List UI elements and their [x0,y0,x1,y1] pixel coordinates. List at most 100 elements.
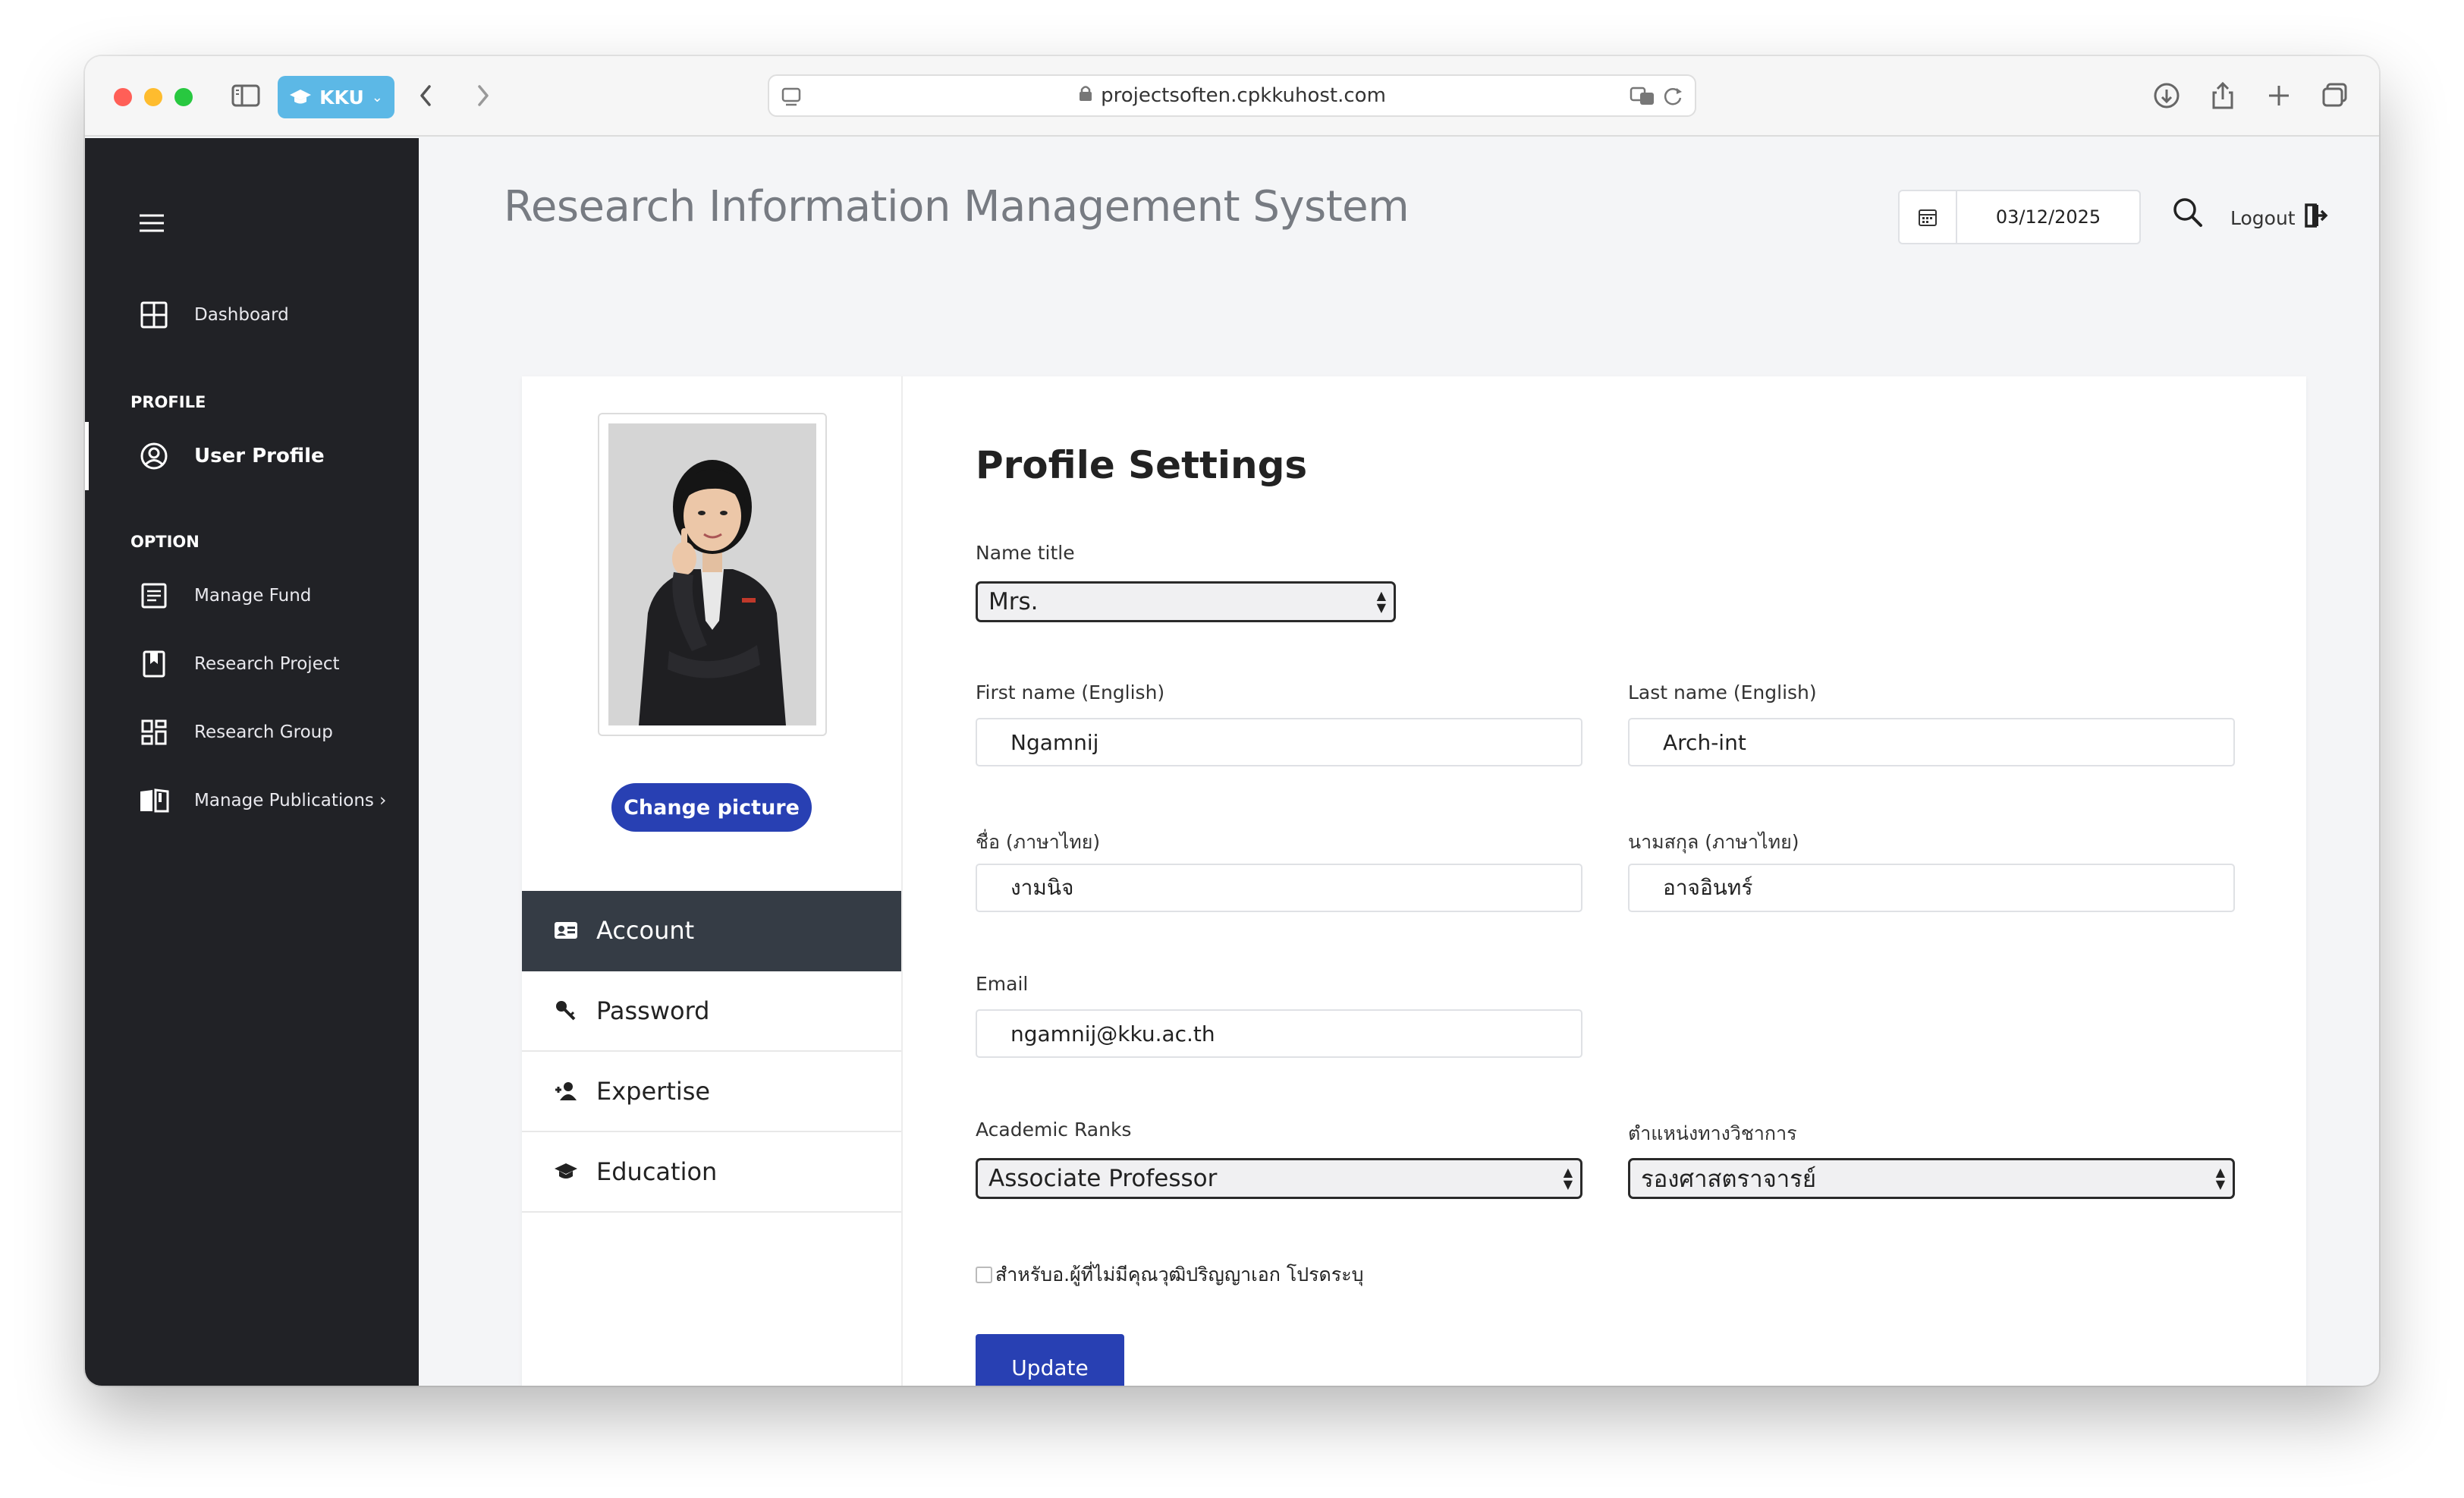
academic-rank-select[interactable]: Associate Professor ▲ ▼ [976,1158,1582,1199]
sidebar-item-dashboard[interactable]: Dashboard [85,288,419,341]
last-name-en-input[interactable]: Arch-int [1628,718,2235,766]
name-title-value: Mrs. [988,588,1039,615]
profile-tabs: Account Password Expertise Education [522,891,901,1213]
sidebar-item-label: Manage Fund [194,586,312,606]
sidebar-item-manage-fund[interactable]: Manage Fund [85,569,419,622]
sidebar-item-label: Research Project [194,654,340,674]
url-text: projectsoften.cpkkuhost.com [1101,84,1386,107]
close-window-button[interactable] [114,88,132,106]
grid-icon [138,716,170,748]
logout-icon [2303,202,2329,234]
first-name-th-input[interactable]: งามนิจ [976,864,1582,912]
form-title: Profile Settings [976,443,1308,487]
sidebar: Dashboard PROFILE User Profile OPTION Ma… [85,138,419,1386]
name-title-select[interactable]: Mrs. ▲ ▼ [976,581,1396,622]
first-name-th-label: ชื่อ (ภาษาไทย) [976,831,1101,853]
academic-rank-th-value: รองศาสตราจารย์ [1641,1166,1816,1193]
reader-icon[interactable] [780,87,803,113]
section-heading-option: OPTION [130,533,200,551]
no-doctorate-checkbox[interactable] [976,1267,992,1283]
profile-photo-frame [598,413,827,736]
tab-group-button[interactable]: KKU ⌄ [278,76,394,118]
sidebar-item-user-profile[interactable]: User Profile [85,422,419,490]
download-icon[interactable] [2150,79,2183,115]
bookmark-icon [138,648,170,680]
first-name-en-value: Ngamnij [1010,729,1099,755]
last-name-en-label: Last name (English) [1628,681,1817,703]
date-picker[interactable]: 03/12/2025 [1898,190,2141,244]
calendar-icon[interactable] [1900,191,1957,243]
reload-icon[interactable] [1661,85,1684,113]
open-book-icon [138,785,170,817]
key-icon [552,999,580,1022]
sidebar-item-research-project[interactable]: Research Project [85,637,419,691]
tab-overview-icon[interactable] [2318,79,2352,115]
email-input[interactable]: ngamnij@kku.ac.th [976,1009,1582,1058]
user-circle-icon [138,440,170,472]
academic-rank-label: Academic Ranks [976,1119,1132,1141]
search-icon[interactable] [2171,196,2205,232]
tab-label: Password [596,996,710,1025]
sidebar-item-label: User Profile [194,445,325,467]
select-arrows-icon: ▲ ▼ [1563,1165,1573,1191]
profile-side-panel: Change picture Account Password Expertis… [522,376,903,1386]
date-value: 03/12/2025 [1995,206,2101,228]
new-tab-icon[interactable] [2262,79,2296,115]
tab-account[interactable]: Account [522,891,901,971]
sidebar-item-label: Research Group [194,722,333,742]
sidebar-item-label: Dashboard [194,305,289,325]
update-button[interactable]: Update [976,1334,1124,1386]
sidebar-item-research-group[interactable]: Research Group [85,706,419,759]
profile-settings-form: Profile Settings Name title Mrs. ▲ ▼ Firs… [976,376,2265,1386]
forward-icon[interactable] [466,79,499,115]
lock-icon [1078,84,1093,108]
select-arrows-icon: ▲ ▼ [1376,588,1386,615]
tab-password[interactable]: Password [522,971,901,1052]
translate-icon[interactable] [1630,85,1655,113]
browser-toolbar: KKU ⌄ projectsoften.cpkkuhost.com [85,56,2379,137]
minimize-window-button[interactable] [144,88,162,106]
document-list-icon [138,580,170,612]
tab-education[interactable]: Education [522,1132,901,1213]
last-name-th-input[interactable]: อาจอินทร์ [1628,864,2235,912]
no-doctorate-checkbox-label: สำหรับอ.ผู้ที่ไม่มีคุณวุฒิปริญญาเอก โปรด… [995,1264,1364,1286]
section-heading-profile: PROFILE [130,393,206,411]
profile-photo [608,423,816,725]
page-title: Research Information Management System [504,182,1410,231]
tab-group-label: KKU [319,86,364,109]
sidebar-item-manage-publications[interactable]: Manage Publications › [85,774,419,827]
main-content: Research Information Management System 0… [419,138,2379,1386]
tab-expertise[interactable]: Expertise [522,1052,901,1132]
logout-button[interactable]: Logout [2230,202,2329,234]
no-doctorate-checkbox-row: สำหรับอ.ผู้ที่ไม่มีคุณวุฒิปริญญาเอก โปรด… [976,1260,1364,1290]
tab-label: Expertise [596,1077,711,1106]
user-plus-icon [552,1081,580,1102]
hamburger-menu-icon[interactable] [137,208,167,241]
chevron-down-icon: ⌄ [371,89,383,105]
tab-label: Education [596,1157,718,1186]
select-arrows-icon: ▲ ▼ [2215,1165,2225,1191]
share-icon[interactable] [2206,79,2239,115]
back-icon[interactable] [410,79,443,115]
email-label: Email [976,973,1029,995]
change-picture-button[interactable]: Change picture [611,783,812,832]
academic-rank-value: Associate Professor [988,1165,1218,1192]
graduation-cap-icon [552,1161,580,1182]
browser-window: KKU ⌄ projectsoften.cpkkuhost.com Dashbo… [85,56,2379,1386]
first-name-th-value: งามนิจ [1010,875,1074,900]
academic-rank-th-label: ตำแหน่งทางวิชาการ [1628,1122,1797,1144]
tab-label: Account [596,916,695,945]
email-value: ngamnij@kku.ac.th [1010,1021,1215,1046]
profile-card: Change picture Account Password Expertis… [522,376,2306,1386]
address-bar[interactable]: projectsoften.cpkkuhost.com [768,74,1696,117]
last-name-th-value: อาจอินทร์ [1663,875,1753,900]
sidebar-toggle-icon[interactable] [229,79,262,115]
first-name-en-input[interactable]: Ngamnij [976,718,1582,766]
first-name-en-label: First name (English) [976,681,1165,703]
last-name-th-label: นามสกุล (ภาษาไทย) [1628,831,1799,853]
id-card-icon [552,921,580,940]
graduation-cap-icon [290,90,312,104]
academic-rank-th-select[interactable]: รองศาสตราจารย์ ▲ ▼ [1628,1158,2235,1199]
zoom-window-button[interactable] [174,88,193,106]
last-name-en-value: Arch-int [1663,729,1746,755]
